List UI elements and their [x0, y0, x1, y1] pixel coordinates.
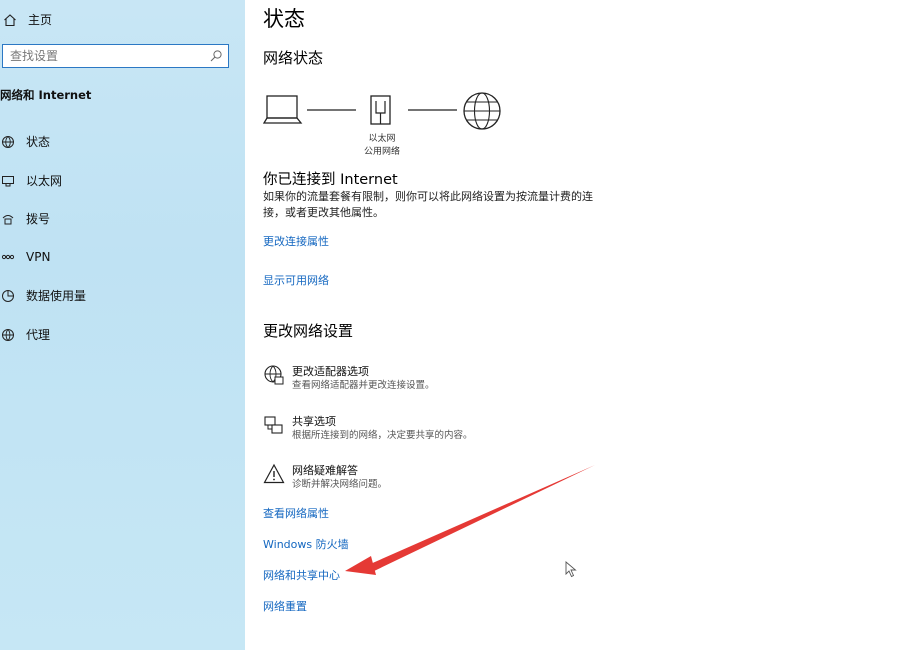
network-diagram: [263, 92, 501, 130]
sidebar-item-label: 代理: [26, 328, 51, 342]
sidebar-item-label: 数据使用量: [26, 289, 87, 303]
globe-icon: [463, 92, 501, 130]
network-status-heading: 网络状态: [263, 49, 324, 67]
adapter-icon: [263, 364, 285, 386]
sidebar-item-label: 状态: [26, 135, 51, 149]
sidebar: 主页 网络和 Internet 状态 以太网 拨号 VPN 数据: [0, 0, 245, 650]
adapter-options[interactable]: 更改适配器选项 查看网络适配器并更改连接设置。: [263, 364, 435, 393]
sidebar-item-proxy[interactable]: 代理: [0, 326, 50, 343]
laptop-icon: [263, 95, 303, 124]
sidebar-item-vpn[interactable]: VPN: [0, 249, 50, 265]
show-available-networks-link[interactable]: 显示可用网络: [263, 272, 329, 288]
status-icon: [0, 134, 16, 150]
dialup-icon: [0, 211, 16, 227]
sidebar-item-data-usage[interactable]: 数据使用量: [0, 287, 86, 304]
proxy-icon: [0, 327, 16, 343]
sidebar-item-status[interactable]: 状态: [0, 133, 50, 150]
connected-title: 你已连接到 Internet: [263, 172, 398, 188]
sidebar-item-dialup[interactable]: 拨号: [0, 210, 50, 227]
adapter-name: 以太网: [368, 134, 396, 144]
connected-description: 如果你的流量套餐有限制，则你可以将此网络设置为按流量计费的连接，或者更改其他属性…: [263, 190, 593, 219]
search-box[interactable]: [2, 44, 229, 68]
ethernet-icon: [0, 173, 16, 189]
change-settings-heading: 更改网络设置: [263, 322, 354, 340]
vpn-icon: [0, 249, 16, 265]
data-usage-icon: [0, 288, 16, 304]
home-icon: [2, 12, 18, 28]
view-network-properties-link[interactable]: 查看网络属性: [263, 505, 329, 521]
option-subtitle: 查看网络适配器并更改连接设置。: [292, 380, 435, 391]
troubleshooter-option[interactable]: 网络疑难解答 诊断并解决网络问题。: [263, 463, 387, 492]
option-subtitle: 诊断并解决网络问题。: [292, 479, 388, 490]
home-nav-item[interactable]: 主页: [2, 11, 52, 28]
windows-firewall-link[interactable]: Windows 防火墙: [263, 536, 349, 552]
network-reset-link[interactable]: 网络重置: [263, 598, 307, 614]
page-title: 状态: [263, 7, 305, 31]
home-label: 主页: [28, 13, 53, 27]
section-title: 网络和 Internet: [0, 88, 92, 102]
option-subtitle: 根据所连接到的网络，决定要共享的内容。: [292, 430, 473, 441]
option-title: 共享选项: [292, 415, 336, 428]
network-sharing-center-link[interactable]: 网络和共享中心: [263, 567, 340, 583]
mouse-cursor-icon: [565, 561, 577, 578]
sharing-options[interactable]: 共享选项 根据所连接到的网络，决定要共享的内容。: [263, 414, 473, 443]
sidebar-item-ethernet[interactable]: 以太网: [0, 172, 62, 189]
network-type: 公用网络: [363, 147, 400, 157]
option-title: 更改适配器选项: [292, 365, 369, 378]
change-connection-properties-link[interactable]: 更改连接属性: [263, 233, 329, 249]
sharing-icon: [263, 414, 285, 436]
warning-icon: [263, 463, 285, 485]
sidebar-item-label: 拨号: [26, 212, 51, 226]
search-input[interactable]: [3, 46, 200, 66]
main-content: 状态 网络状态 以太网 公用网络 你已连接到 Internet 如果你的流量套餐…: [245, 0, 911, 650]
option-title: 网络疑难解答: [292, 464, 358, 477]
ethernet-port-icon: [370, 95, 391, 125]
sidebar-item-label: 以太网: [26, 174, 63, 188]
search-icon[interactable]: [209, 48, 223, 67]
sidebar-item-label: VPN: [26, 250, 51, 264]
